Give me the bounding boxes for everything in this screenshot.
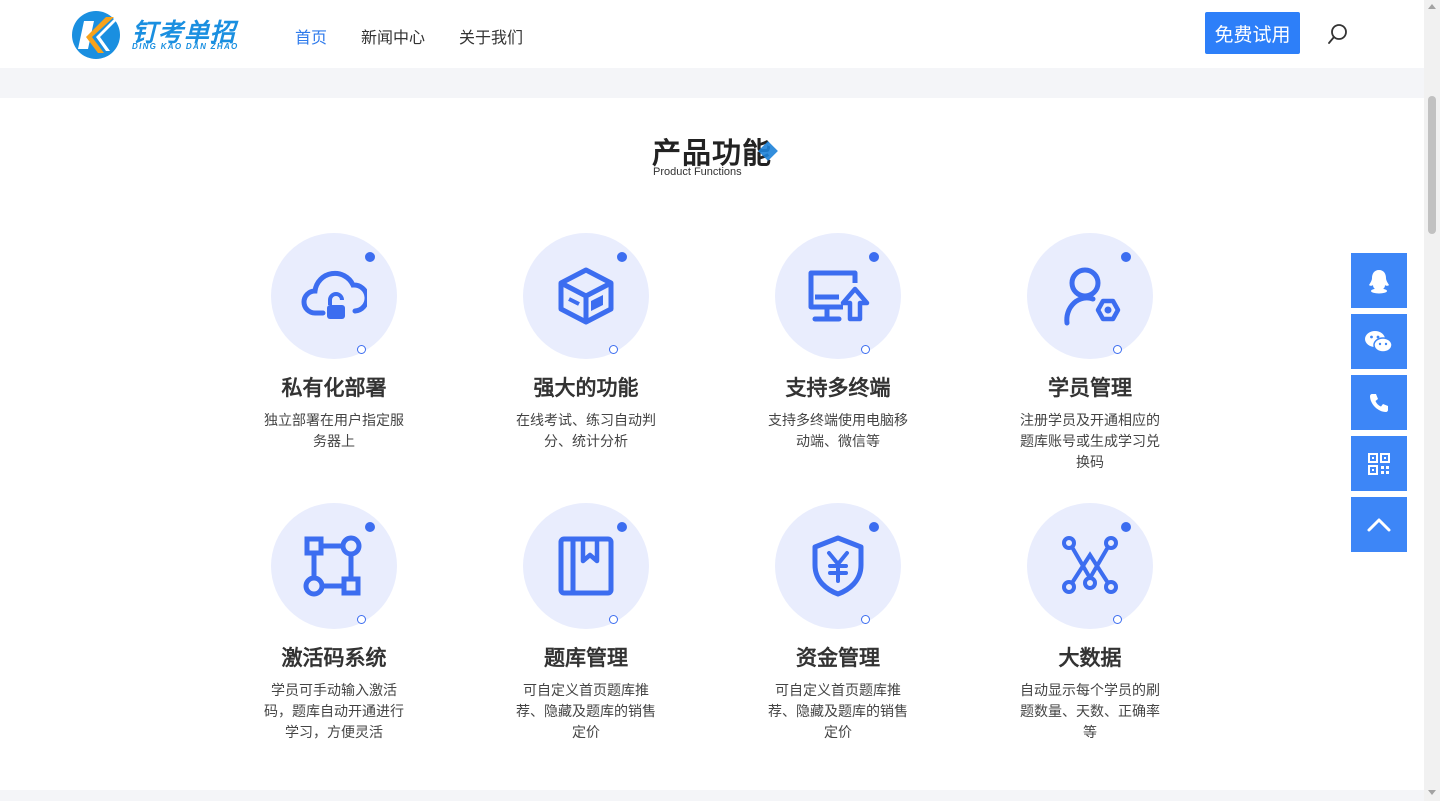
- section-divider-band: [0, 790, 1424, 801]
- main-nav: 首页 新闻中心 关于我们: [295, 24, 523, 48]
- feature-title: 大数据: [1058, 646, 1122, 670]
- monitor-upload-icon: [808, 270, 870, 322]
- free-trial-button[interactable]: 免费试用: [1205, 12, 1300, 54]
- wechat-button[interactable]: [1351, 314, 1407, 369]
- floating-contact-bar: [1351, 253, 1407, 558]
- scroll-down-arrow-icon[interactable]: [1428, 790, 1436, 795]
- feature-title: 题库管理: [544, 646, 628, 670]
- feature-grid: 私有化部署 独立部署在用户指定服务器上 强大的功能 在线考试、练习自动判分、统计…: [208, 233, 1216, 773]
- qrcode-button[interactable]: [1351, 436, 1407, 491]
- qrcode-icon: [1368, 452, 1390, 475]
- feature-title: 强大的功能: [533, 376, 639, 400]
- user-settings-icon: [1064, 267, 1121, 326]
- site-logo[interactable]: 钉考单招 DING KAO DAN ZHAO: [70, 9, 260, 61]
- feature-title: 学员管理: [1048, 376, 1132, 400]
- feature-title: 激活码系统: [281, 646, 387, 670]
- back-to-top-icon: [1367, 518, 1391, 531]
- phone-icon: [1370, 393, 1388, 412]
- node-graph-icon: [303, 535, 362, 597]
- feature-title: 私有化部署: [281, 376, 387, 400]
- feature-card: 大数据 自动显示每个学员的刷题数量、天数、正确率等: [964, 503, 1216, 773]
- feature-description: 可自定义首页题库推荐、隐藏及题库的销售定价: [768, 683, 908, 741]
- back-to-top-button[interactable]: [1351, 497, 1407, 552]
- feature-description: 学员可手动输入激活码，题库自动开通进行学习，方便灵活: [264, 683, 404, 741]
- feature-description: 在线考试、练习自动判分、统计分析: [516, 413, 656, 450]
- feature-title: 资金管理: [796, 646, 880, 670]
- nav-item-news[interactable]: 新闻中心: [361, 24, 425, 48]
- feature-card: 强大的功能 在线考试、练习自动判分、统计分析: [460, 233, 712, 503]
- feature-description: 支持多终端使用电脑移动端、微信等: [768, 413, 908, 450]
- feature-card: 题库管理 可自定义首页题库推荐、隐藏及题库的销售定价: [460, 503, 712, 773]
- feature-description: 独立部署在用户指定服务器上: [264, 413, 404, 450]
- feature-card: 资金管理 可自定义首页题库推荐、隐藏及题库的销售定价: [712, 503, 964, 773]
- qq-button[interactable]: [1351, 253, 1407, 308]
- feature-card: 私有化部署 独立部署在用户指定服务器上: [208, 233, 460, 503]
- shield-yen-icon: [812, 535, 864, 597]
- header-divider-band: [0, 68, 1424, 98]
- scroll-up-arrow-icon[interactable]: [1428, 4, 1436, 9]
- page-scrollbar[interactable]: [1424, 0, 1440, 801]
- qq-icon: [1369, 269, 1389, 293]
- section-subtitle: Product Functions: [653, 166, 742, 178]
- cloud-lock-icon: [301, 270, 367, 319]
- nav-item-home[interactable]: 首页: [295, 24, 327, 48]
- wechat-icon: [1365, 330, 1393, 353]
- feature-card: 学员管理 注册学员及开通相应的题库账号或生成学习兑换码: [964, 233, 1216, 503]
- feature-card: 激活码系统 学员可手动输入激活码，题库自动开通进行学习，方便灵活: [208, 503, 460, 773]
- feature-description: 可自定义首页题库推荐、隐藏及题库的销售定价: [516, 683, 656, 741]
- scroll-thumb[interactable]: [1428, 96, 1436, 234]
- site-header: 钉考单招 DING KAO DAN ZHAO 首页 新闻中心 关于我们 免费试用: [0, 0, 1424, 68]
- search-icon[interactable]: [1326, 22, 1350, 46]
- phone-button[interactable]: [1351, 375, 1407, 430]
- feature-card: 支持多终端 支持多终端使用电脑移动端、微信等: [712, 233, 964, 503]
- bookmark-book-icon: [558, 536, 614, 596]
- logo-mark-icon: [72, 11, 120, 59]
- feature-description: 自动显示每个学员的刷题数量、天数、正确率等: [1020, 683, 1160, 741]
- network-data-icon: [1062, 536, 1118, 594]
- feature-description: 注册学员及开通相应的题库账号或生成学习兑换码: [1020, 413, 1160, 471]
- cube-icon: [558, 267, 614, 325]
- nav-item-about[interactable]: 关于我们: [459, 24, 523, 48]
- feature-title: 支持多终端: [785, 376, 891, 400]
- logo-subtitle: DING KAO DAN ZHAO: [132, 42, 239, 51]
